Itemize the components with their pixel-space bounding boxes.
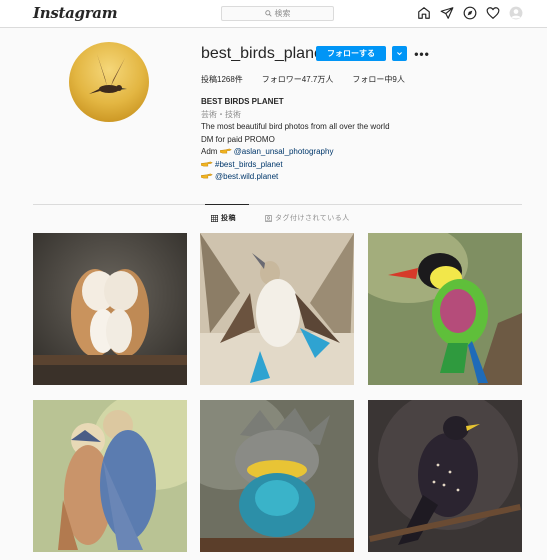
chevron-down-icon bbox=[397, 52, 402, 56]
post-thumbnail[interactable] bbox=[200, 400, 354, 552]
profile-stats: 投稿1268件 フォロワー47.7万人 フォロー中9人 bbox=[201, 74, 424, 85]
home-icon[interactable] bbox=[416, 5, 432, 21]
post-image-kestrels bbox=[33, 400, 187, 552]
tabs-divider bbox=[33, 204, 522, 205]
tab-tagged[interactable]: タグ付けされている人 bbox=[265, 213, 350, 223]
other-account-link[interactable]: @best.wild.planet bbox=[215, 172, 278, 181]
posts-count: 投稿1268件 bbox=[201, 75, 243, 84]
activity-icon[interactable] bbox=[485, 5, 501, 21]
hashtag-link[interactable]: #best_birds_planet bbox=[215, 160, 283, 169]
post-thumbnail[interactable] bbox=[368, 400, 522, 552]
top-navigation-bar: Instagram 検索 bbox=[0, 0, 547, 28]
tab-posts[interactable]: 投稿 bbox=[211, 213, 236, 223]
profile-bio: BEST BIRDS PLANET 芸術・技術 The most beautif… bbox=[201, 96, 390, 184]
post-image-colorful-bird bbox=[368, 233, 522, 385]
admin-handle-link[interactable]: @aslan_unsal_photography bbox=[234, 147, 334, 156]
profile-category: 芸術・技術 bbox=[201, 109, 241, 119]
direct-icon[interactable] bbox=[439, 5, 455, 21]
pointing-hand-icon bbox=[201, 173, 213, 179]
profile-picture[interactable] bbox=[69, 42, 149, 122]
search-icon bbox=[264, 10, 272, 17]
post-thumbnail[interactable] bbox=[200, 233, 354, 385]
more-options-icon[interactable]: ••• bbox=[414, 46, 430, 61]
tab-posts-label: 投稿 bbox=[221, 215, 236, 222]
bio-hashtag-line: #best_birds_planet bbox=[201, 159, 390, 172]
suggested-accounts-button[interactable] bbox=[392, 46, 407, 61]
post-image-fluffy-kingfisher bbox=[200, 400, 354, 552]
explore-icon[interactable] bbox=[462, 5, 478, 21]
search-placeholder: 検索 bbox=[274, 9, 291, 18]
tab-tagged-label: タグ付けされている人 bbox=[275, 215, 350, 222]
post-image-starling bbox=[368, 400, 522, 552]
tagged-user-icon bbox=[265, 214, 272, 222]
following-count[interactable]: フォロー中9人 bbox=[352, 74, 404, 85]
bio-line: DM for paid PROMO bbox=[201, 134, 275, 144]
bio-admin-prefix: Adm bbox=[201, 147, 218, 156]
search-input[interactable]: 検索 bbox=[221, 6, 334, 21]
post-thumbnail[interactable] bbox=[368, 233, 522, 385]
instagram-logo[interactable]: Instagram bbox=[33, 4, 118, 22]
profile-avatar-icon[interactable] bbox=[508, 5, 524, 21]
post-image-blue-footed-booby bbox=[200, 233, 354, 385]
post-image-barn-owls bbox=[33, 233, 187, 385]
followers-count[interactable]: フォロワー47.7万人 bbox=[262, 74, 334, 85]
active-tab-indicator bbox=[205, 204, 249, 205]
bio-admin-line: Adm @aslan_unsal_photography bbox=[201, 146, 390, 159]
pointing-hand-icon bbox=[201, 161, 213, 166]
bio-line: The most beautiful bird photos from all … bbox=[201, 122, 390, 131]
profile-full-name: BEST BIRDS PLANET bbox=[201, 97, 284, 106]
follow-button[interactable]: フォローする bbox=[316, 46, 386, 61]
post-thumbnail[interactable] bbox=[33, 400, 187, 552]
pointing-hand-icon bbox=[219, 148, 232, 154]
bio-other-account-line: @best.wild.planet bbox=[201, 171, 390, 184]
post-thumbnail[interactable] bbox=[33, 233, 187, 385]
grid-icon bbox=[211, 214, 218, 222]
profile-username: best_birds_planet bbox=[201, 45, 328, 62]
